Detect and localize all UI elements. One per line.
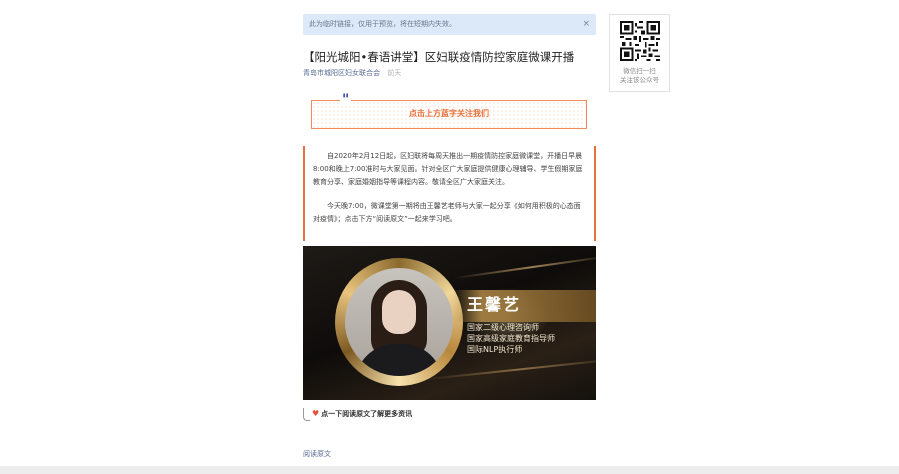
quote-mark-icon: " (340, 92, 352, 108)
author-link[interactable]: 青岛市城阳区妇女联合会 (303, 69, 380, 77)
qr-code-icon (620, 21, 660, 61)
read-more-tip-text: 点一下阅读原文了解更多资讯 (321, 410, 413, 418)
speaker-credentials: 国家二级心理咨询师 国家高级家庭教育指导师 国际NLP执行师 (467, 322, 555, 355)
qr-caption-line: 微信扫一扫 (623, 67, 656, 75)
follow-us-text: 点击上方蓝字关注我们 (409, 109, 489, 118)
speech-bracket-icon (303, 407, 310, 421)
read-more-tip: ♥ 点一下阅读原文了解更多资讯 (303, 407, 412, 421)
qr-caption: 微信扫一扫 关注该公众号 (610, 67, 669, 85)
article-meta: 青岛市城阳区妇女联合会 前天 (303, 69, 401, 78)
body-paragraph: 自2020年2月12日起，区妇联将每周天推出一期疫情防控家庭微课堂，开播日早晨8… (313, 152, 583, 186)
heart-icon: ♥ (312, 409, 320, 418)
preview-notice-bar: 此为临时链接，仅用于预览，将在短期内失效。 × (303, 14, 596, 35)
credential-line: 国家高级家庭教育指导师 (467, 334, 555, 343)
speaker-banner-image: 王馨艺 国家二级心理咨询师 国家高级家庭教育指导师 国际NLP执行师 (303, 246, 596, 400)
bottom-bar (0, 466, 899, 474)
article-title: 【阳光城阳•春语讲堂】区妇联疫情防控家庭微课开播 (303, 50, 575, 64)
notice-text: 此为临时链接，仅用于预览，将在短期内失效。 (309, 20, 456, 28)
speaker-portrait (345, 268, 453, 376)
close-icon[interactable]: × (582, 14, 590, 35)
read-original-link[interactable]: 阅读原文 (303, 450, 331, 459)
follow-us-banner: " 点击上方蓝字关注我们 (311, 93, 587, 129)
qr-code-card: 微信扫一扫 关注该公众号 (609, 14, 670, 92)
article-body: 自2020年2月12日起，区妇联将每周天推出一期疫情防控家庭微课堂，开播日早晨8… (303, 146, 596, 241)
body-paragraph: 今天晚7:00，微课堂第一期将由王馨艺老师与大家一起分享《如何用积极的心态面对疫… (313, 202, 581, 223)
portrait-face (382, 290, 416, 334)
credential-line: 国家二级心理咨询师 (467, 323, 539, 332)
gold-streak (453, 254, 596, 280)
qr-caption-line: 关注该公众号 (620, 76, 659, 84)
speaker-name: 王馨艺 (467, 295, 522, 314)
portrait-body (355, 344, 443, 376)
credential-line: 国际NLP执行师 (467, 345, 523, 354)
publish-time: 前天 (387, 69, 402, 77)
